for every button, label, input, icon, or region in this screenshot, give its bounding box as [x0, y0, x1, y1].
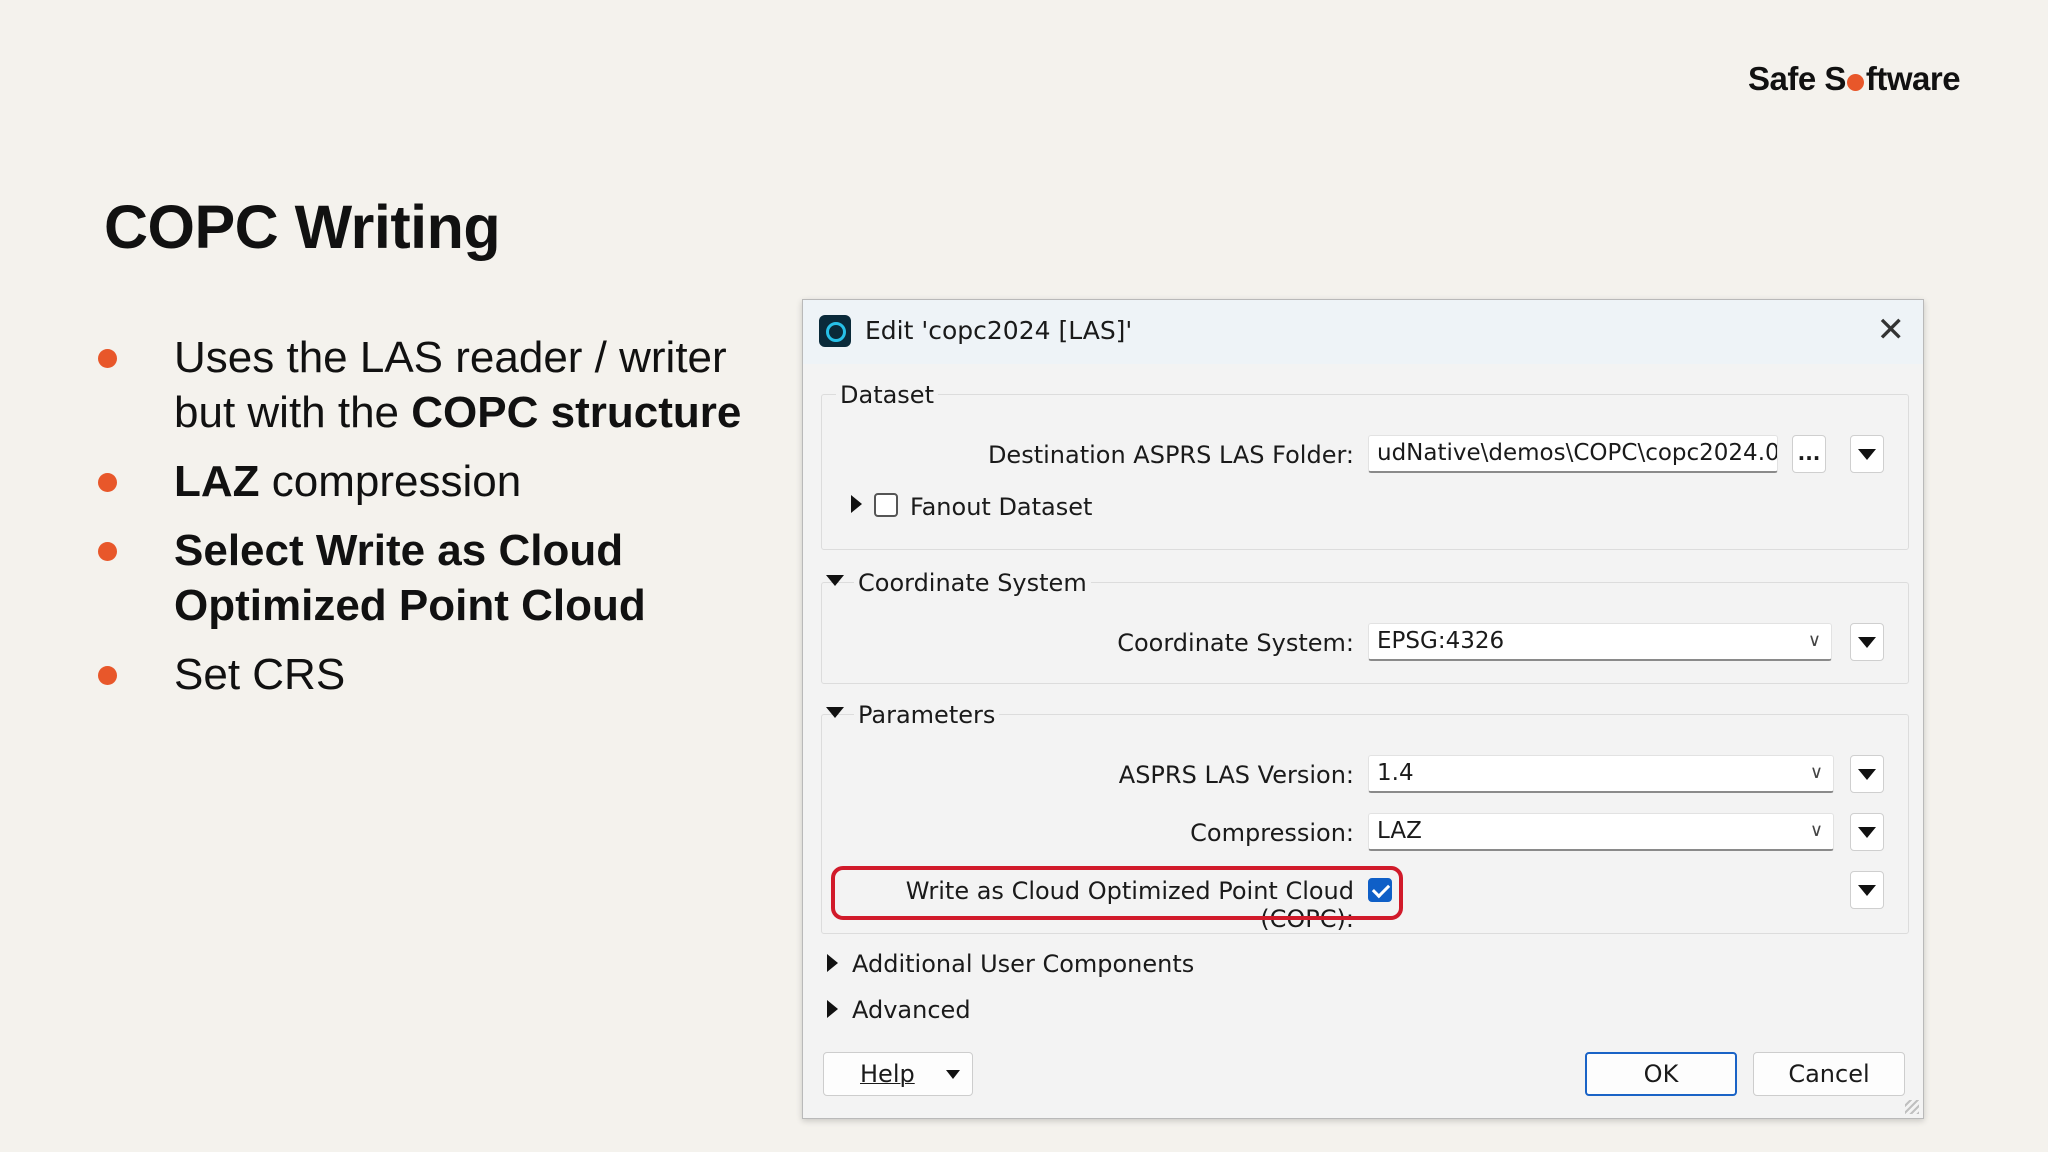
bullet-text: compression [259, 457, 522, 506]
destination-folder-value: udNative\demos\COPC\copc2024.0" [1377, 440, 1778, 466]
destination-menu-button[interactable] [1850, 435, 1884, 473]
bullet-dot-icon [98, 542, 117, 561]
advanced-label: Advanced [852, 996, 971, 1024]
slide-title: COPC Writing [104, 193, 501, 261]
bullet-bold-text: Optimized Point Cloud [174, 581, 646, 630]
compression-label: Compression: [1190, 819, 1354, 847]
destination-folder-label: Destination ASPRS LAS Folder: [987, 441, 1354, 469]
collapse-coordinate-system-icon[interactable] [826, 575, 844, 586]
help-dropdown-icon[interactable] [946, 1070, 960, 1079]
expand-icon [827, 954, 838, 972]
bullet-list: Uses the LAS reader / writer but with th… [96, 330, 776, 716]
coordinate-system-menu-button[interactable] [1850, 623, 1884, 661]
bullet-bold-text: COPC structure [411, 388, 742, 437]
advanced-section[interactable]: Advanced [827, 996, 971, 1024]
chevron-down-icon: ∨ [1807, 630, 1821, 651]
bullet-item: LAZ compression [96, 454, 776, 509]
chevron-down-icon: ∨ [1809, 762, 1823, 783]
ok-button-label: OK [1643, 1060, 1679, 1088]
coordinate-system-value: EPSG:4326 [1377, 628, 1505, 654]
parameters-group-label: Parameters [854, 701, 1000, 729]
bullet-item: Select Write as Cloud Optimized Point Cl… [96, 523, 776, 633]
dialog-titlebar: Edit 'copc2024 [LAS]' ✕ [803, 300, 1923, 364]
fanout-dataset-label: Fanout Dataset [910, 493, 1093, 521]
las-version-select[interactable]: 1.4 ∨ [1368, 755, 1834, 793]
copc-menu-button[interactable] [1850, 871, 1884, 909]
chevron-down-icon: ∨ [1809, 820, 1823, 841]
additional-user-components-label: Additional User Components [852, 950, 1195, 978]
las-version-menu-button[interactable] [1850, 755, 1884, 793]
coordinate-system-select[interactable]: EPSG:4326 ∨ [1368, 623, 1832, 661]
bullet-dot-icon [98, 666, 117, 685]
dataset-group: Dataset Destination ASPRS LAS Folder: ud… [821, 381, 1909, 550]
bullet-item: Uses the LAS reader / writer but with th… [96, 330, 776, 440]
coordinate-system-group-label: Coordinate System [854, 569, 1091, 597]
fanout-expand-icon[interactable] [851, 495, 862, 513]
compression-menu-button[interactable] [1850, 813, 1884, 851]
fme-app-icon [819, 315, 851, 347]
destination-folder-input[interactable]: udNative\demos\COPC\copc2024.0" [1368, 435, 1778, 473]
bullet-dot-icon [98, 473, 117, 492]
ok-button[interactable]: OK [1585, 1052, 1737, 1096]
cancel-button-label: Cancel [1788, 1060, 1870, 1088]
bullet-bold-text: LAZ [174, 457, 260, 506]
logo-text-start: Safe S [1748, 60, 1846, 97]
additional-user-components-section[interactable]: Additional User Components [827, 950, 1194, 978]
bullet-text: Uses the LAS reader / writer [174, 333, 727, 382]
browse-button[interactable]: ... [1792, 435, 1826, 473]
bullet-text: Set CRS [174, 650, 346, 699]
dropdown-arrow-icon [1858, 769, 1876, 780]
bullet-dot-icon [98, 349, 117, 368]
bullet-item: Set CRS [96, 647, 776, 702]
compression-value: LAZ [1377, 818, 1422, 844]
fanout-dataset-checkbox[interactable] [874, 493, 898, 517]
cancel-button[interactable]: Cancel [1753, 1052, 1905, 1096]
dataset-group-label: Dataset [836, 381, 938, 409]
close-icon[interactable]: ✕ [1877, 310, 1906, 350]
dropdown-arrow-icon [1858, 827, 1876, 838]
help-button[interactable]: Help [823, 1052, 973, 1096]
edit-writer-dialog: Edit 'copc2024 [LAS]' ✕ Dataset Destinat… [802, 299, 1924, 1119]
dropdown-arrow-icon [1858, 449, 1876, 460]
bullet-text: but with the [174, 388, 412, 437]
coordinate-system-label: Coordinate System: [1117, 629, 1354, 657]
bullet-bold-text: Select Write as Cloud [174, 526, 624, 575]
logo-text-end: ftware [1865, 60, 1961, 97]
expand-icon [827, 1000, 838, 1018]
coordinate-system-group: Coordinate System Coordinate System: EPS… [821, 569, 1909, 684]
logo-dot-icon [1846, 74, 1864, 91]
collapse-parameters-icon[interactable] [826, 707, 844, 718]
dropdown-arrow-icon [1858, 637, 1876, 648]
dropdown-arrow-icon [1858, 885, 1876, 896]
help-button-label: Help [860, 1060, 915, 1088]
copc-highlight-box [831, 866, 1403, 920]
dialog-title: Edit 'copc2024 [LAS]' [865, 316, 1133, 345]
browse-button-label: ... [1797, 441, 1821, 465]
safe-software-logo: Safe S ftware [1748, 60, 1961, 98]
las-version-label: ASPRS LAS Version: [1118, 761, 1354, 789]
las-version-value: 1.4 [1377, 760, 1414, 786]
compression-select[interactable]: LAZ ∨ [1368, 813, 1834, 851]
resize-grip-icon[interactable] [1905, 1100, 1919, 1114]
